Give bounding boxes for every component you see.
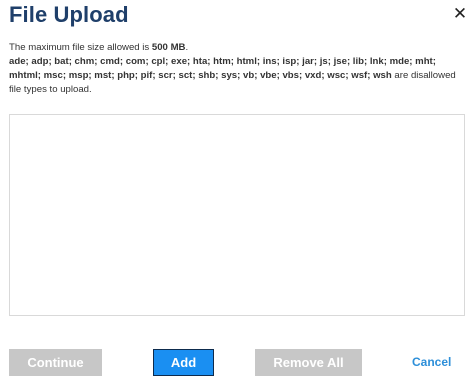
dialog-title: File Upload [9,2,129,27]
disallowed-types-text: ade; adp; bat; chm; cmd; com; cpl; exe; … [9,55,467,97]
upload-info: The maximum file size allowed is 500 MB.… [9,41,467,97]
max-size-prefix: The maximum file size allowed is [9,42,152,53]
remove-all-button[interactable]: Remove All [255,349,362,376]
file-upload-dialog: File Upload ✕ The maximum file size allo… [0,0,472,392]
add-button[interactable]: Add [153,349,214,376]
max-size-value: 500 MB [151,42,186,53]
continue-button[interactable]: Continue [9,349,102,376]
disallowed-extensions: ade; adp; bat; chm; cmd; com; cpl; exe; … [9,56,436,81]
file-drop-zone[interactable] [9,114,465,316]
close-icon[interactable]: ✕ [452,5,468,22]
max-size-suffix: . [185,42,189,53]
cancel-button[interactable]: Cancel [412,349,451,376]
max-size-text: The maximum file size allowed is 500 MB. [9,41,467,55]
